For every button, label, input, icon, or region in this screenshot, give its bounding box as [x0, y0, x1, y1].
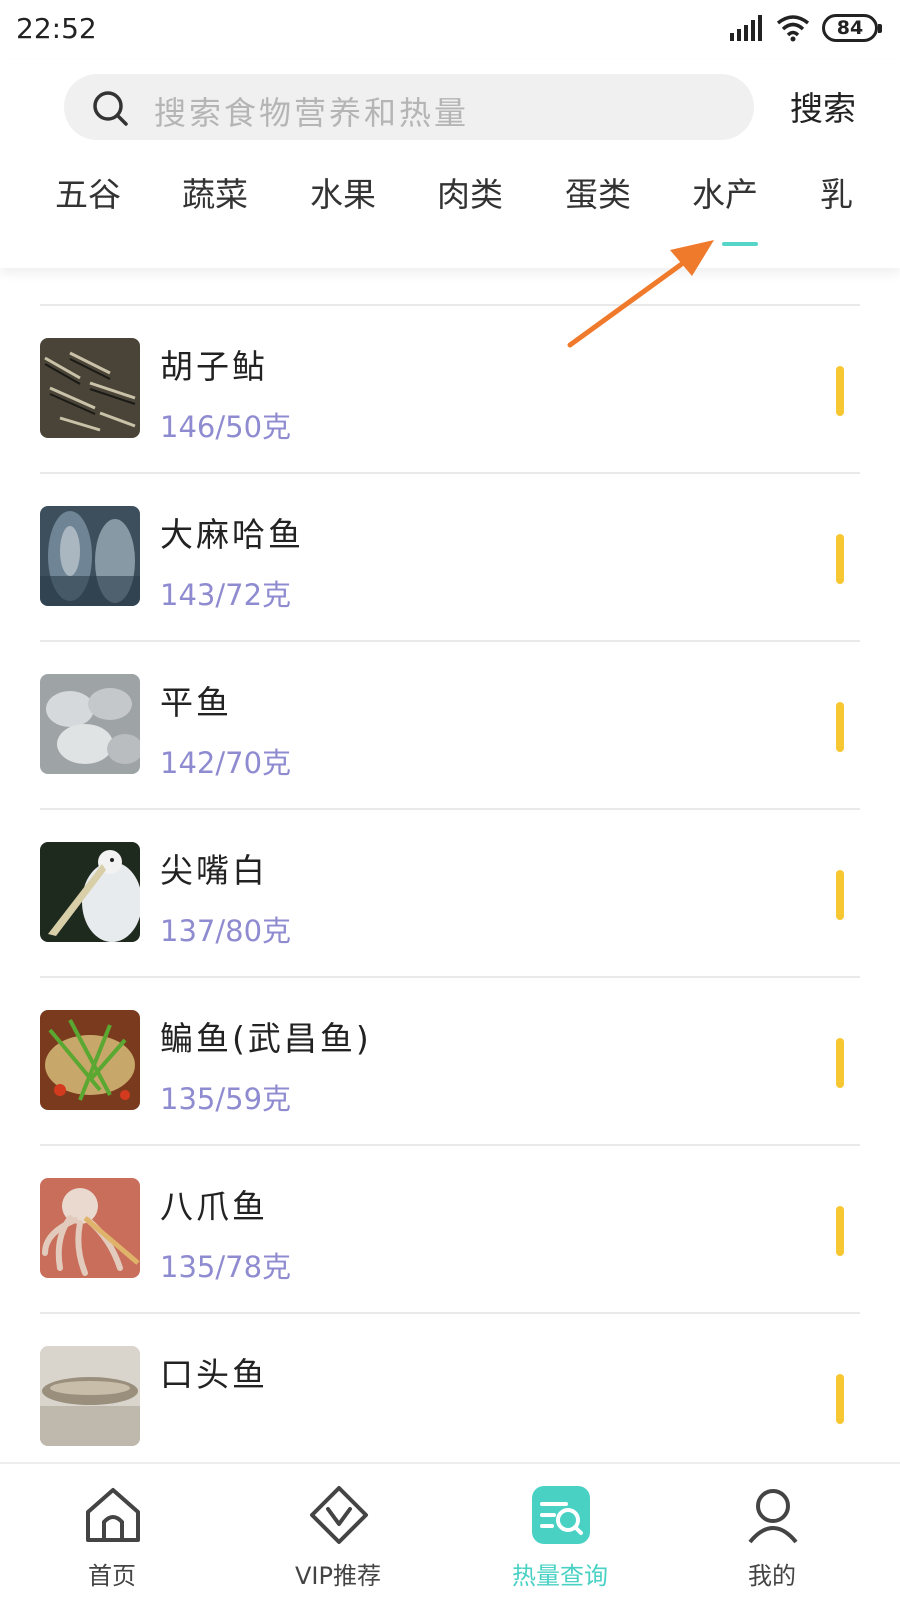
list-item[interactable]: 平鱼 142/70克 [40, 642, 860, 810]
tab-fruits[interactable]: 水果 [310, 168, 376, 216]
list-item[interactable]: 胡子鲇 146/50克 [40, 306, 860, 474]
tab-vegetables[interactable]: 蔬菜 [182, 168, 248, 216]
search-input[interactable]: 搜索食物营养和热量 [64, 74, 754, 140]
category-tabs: 五谷 蔬菜 水果 肉类 蛋类 水产 乳 [0, 168, 860, 228]
nav-home[interactable]: 首页 [22, 1464, 202, 1600]
search-placeholder: 搜索食物营养和热量 [154, 94, 470, 132]
food-calories: 135/59克 [160, 1082, 292, 1116]
calorie-level-bar [836, 1038, 844, 1088]
home-icon [86, 1488, 140, 1542]
status-bar: 22:52 84 [0, 0, 900, 60]
food-thumbnail [40, 1346, 140, 1446]
calorie-level-bar [836, 1374, 844, 1424]
food-name: 口头鱼 [160, 1355, 268, 1394]
signal-icon [730, 15, 762, 41]
search-icon [93, 91, 128, 126]
food-thumbnail [40, 1010, 140, 1110]
nav-vip[interactable]: VIP推荐 [248, 1464, 428, 1600]
calorie-search-icon [532, 1486, 590, 1544]
bottom-nav: 首页 VIP推荐 热量查询 我的 [0, 1462, 900, 1600]
search-button[interactable]: 搜索 [790, 82, 856, 130]
list-item[interactable]: 口头鱼 [40, 1314, 860, 1482]
wifi-icon [776, 15, 810, 42]
food-calories: 146/50克 [160, 410, 292, 444]
profile-icon [748, 1489, 798, 1544]
food-calories: 137/80克 [160, 914, 292, 948]
calorie-level-bar [836, 366, 844, 416]
vip-icon [310, 1486, 368, 1544]
nav-label-calorie-search: 热量查询 [512, 1562, 608, 1590]
tab-dairy[interactable]: 乳 [820, 168, 853, 216]
food-list[interactable]: 胡子鲇 146/50克 大麻哈鱼 143/72克 平鱼 142/70克 尖嘴白 … [40, 304, 860, 1482]
nav-calorie-search[interactable]: 热量查询 [470, 1464, 650, 1600]
tab-seafood[interactable]: 水产 [692, 168, 758, 216]
food-name: 八爪鱼 [160, 1187, 268, 1226]
food-thumbnail [40, 842, 140, 942]
battery-indicator: 84 [822, 14, 882, 42]
food-name: 胡子鲇 [160, 347, 268, 386]
status-icons: 84 [730, 14, 882, 42]
food-calories: 143/72克 [160, 578, 292, 612]
battery-level: 84 [836, 17, 864, 39]
calorie-level-bar [836, 702, 844, 752]
tab-grains[interactable]: 五谷 [55, 168, 121, 216]
food-thumbnail [40, 1178, 140, 1278]
list-item[interactable]: 大麻哈鱼 143/72克 [40, 474, 860, 642]
list-item[interactable]: 八爪鱼 135/78克 [40, 1146, 860, 1314]
calorie-level-bar [836, 1206, 844, 1256]
calorie-level-bar [836, 534, 844, 584]
food-thumbnail [40, 506, 140, 606]
nav-label-home: 首页 [88, 1562, 136, 1590]
active-tab-indicator [722, 242, 758, 246]
food-name: 平鱼 [160, 683, 232, 722]
nav-profile[interactable]: 我的 [682, 1464, 862, 1600]
header: 搜索食物营养和热量 搜索 五谷 蔬菜 水果 肉类 蛋类 水产 乳 [0, 60, 900, 268]
list-item[interactable]: 鳊鱼(武昌鱼) 135/59克 [40, 978, 860, 1146]
calorie-level-bar [836, 870, 844, 920]
list-item[interactable]: 尖嘴白 137/80克 [40, 810, 860, 978]
food-name: 尖嘴白 [160, 851, 268, 890]
food-name: 鳊鱼(武昌鱼) [160, 1019, 372, 1058]
status-time: 22:52 [16, 12, 97, 45]
tab-eggs[interactable]: 蛋类 [565, 168, 631, 216]
nav-label-vip: VIP推荐 [295, 1562, 381, 1590]
food-thumbnail [40, 674, 140, 774]
food-calories: 135/78克 [160, 1250, 292, 1284]
food-name: 大麻哈鱼 [160, 515, 304, 554]
food-calories: 142/70克 [160, 746, 292, 780]
food-thumbnail [40, 338, 140, 438]
nav-label-profile: 我的 [748, 1562, 796, 1590]
tab-meat[interactable]: 肉类 [437, 168, 503, 216]
